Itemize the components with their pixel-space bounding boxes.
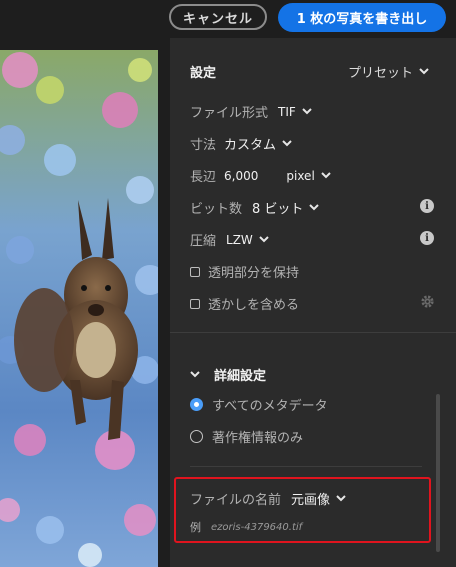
dimensions-label: 寸法 xyxy=(190,138,217,153)
keep-transparency-label: 透明部分を保持 xyxy=(208,266,300,281)
compression-dropdown[interactable]: LZW xyxy=(226,232,269,247)
settings-header: 設定 xyxy=(190,62,216,81)
top-bar: キャンセル 1 枚の写真を書き出し xyxy=(0,0,456,36)
checkbox[interactable] xyxy=(190,298,200,309)
settings-title: 設定 xyxy=(190,66,217,81)
info-icon[interactable]: i xyxy=(420,199,434,213)
preset-dropdown[interactable]: プリセット xyxy=(348,62,429,81)
long-edge-label: 長辺 xyxy=(190,170,217,185)
compression-row: 圧縮 LZW xyxy=(190,230,269,249)
include-watermark-option[interactable]: 透かしを含める xyxy=(190,294,299,313)
metadata-copyright-label: 著作権情報のみ xyxy=(212,431,304,446)
file-type-row: ファイル形式 TIF xyxy=(190,102,312,121)
divider xyxy=(170,332,456,333)
bit-depth-label: ビット数 xyxy=(190,202,243,217)
highlight-box xyxy=(174,477,431,543)
bit-depth-value: 8 ビット xyxy=(252,202,304,217)
chevron-down-icon xyxy=(309,200,320,215)
metadata-copyright-option[interactable]: 著作権情報のみ xyxy=(190,427,303,446)
preset-label: プリセット xyxy=(348,66,414,81)
scrollbar[interactable] xyxy=(436,394,440,552)
dimensions-row: 寸法 カスタム xyxy=(190,134,292,153)
radio-selected[interactable] xyxy=(190,398,203,411)
file-type-value: TIF xyxy=(278,104,296,119)
metadata-all-label: すべてのメタデータ xyxy=(212,399,328,414)
file-type-label: ファイル形式 xyxy=(190,106,269,121)
export-button[interactable]: 1 枚の写真を書き出し xyxy=(278,3,446,32)
checkbox[interactable] xyxy=(190,266,200,277)
compression-value: LZW xyxy=(226,232,253,247)
info-icon[interactable]: i xyxy=(420,231,434,245)
include-watermark-label: 透かしを含める xyxy=(208,298,300,313)
long-edge-input[interactable]: 6,000 xyxy=(224,169,258,183)
unit-value: pixel xyxy=(286,168,315,183)
advanced-settings-header[interactable]: 詳細設定 xyxy=(190,365,266,384)
chevron-down-icon xyxy=(282,136,292,151)
unit-dropdown[interactable]: pixel xyxy=(286,168,331,183)
gear-icon[interactable] xyxy=(420,294,435,313)
bit-depth-dropdown[interactable]: 8 ビット xyxy=(252,198,320,217)
squirrel-photo xyxy=(0,50,158,567)
file-type-dropdown[interactable]: TIF xyxy=(278,104,312,119)
chevron-down-icon xyxy=(419,64,429,79)
metadata-all-option[interactable]: すべてのメタデータ xyxy=(190,395,328,414)
keep-transparency-option[interactable]: 透明部分を保持 xyxy=(190,262,299,281)
divider xyxy=(190,466,422,467)
bit-depth-row: ビット数 8 ビット xyxy=(190,198,320,217)
cancel-button[interactable]: キャンセル xyxy=(169,4,267,30)
long-edge-row: 長辺 6,000 pixel xyxy=(190,166,331,185)
compression-label: 圧縮 xyxy=(190,234,217,249)
radio-unselected[interactable] xyxy=(190,430,203,443)
chevron-down-icon xyxy=(259,232,269,247)
dimensions-value: カスタム xyxy=(224,138,277,153)
chevron-down-icon xyxy=(190,367,200,382)
advanced-settings-title: 詳細設定 xyxy=(214,369,267,384)
chevron-down-icon xyxy=(321,168,331,183)
dimensions-dropdown[interactable]: カスタム xyxy=(224,134,292,153)
chevron-down-icon xyxy=(302,104,312,119)
photo-preview xyxy=(0,50,158,567)
